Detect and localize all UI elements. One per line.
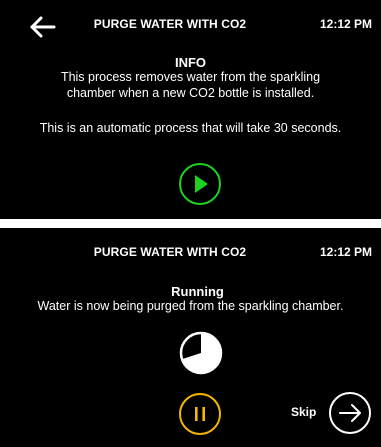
info-description-line1: This process removes water from the spar… xyxy=(60,70,321,84)
page-title: PURGE WATER WITH CO2 xyxy=(93,17,247,31)
status-description: Water is now being purged from the spark… xyxy=(37,299,344,313)
page-title: PURGE WATER WITH CO2 xyxy=(93,245,247,259)
arrow-right-icon xyxy=(329,392,371,434)
clock: 12:12 PM xyxy=(319,245,372,259)
info-heading: INFO xyxy=(174,55,207,70)
start-button[interactable] xyxy=(178,162,222,206)
pause-icon xyxy=(179,393,221,435)
skip-button[interactable] xyxy=(327,390,373,436)
info-screen: PURGE WATER WITH CO2 12:12 PM INFO This … xyxy=(0,0,381,219)
info-description-line2: chamber when a new CO2 bottle is install… xyxy=(66,86,315,100)
skip-label[interactable]: Skip xyxy=(291,405,316,419)
play-icon xyxy=(179,163,221,205)
info-description: This process removes water from the spar… xyxy=(0,69,381,101)
info-note: This is an automatic process that will t… xyxy=(39,121,342,135)
pause-button[interactable] xyxy=(178,392,222,436)
status-heading: Running xyxy=(171,284,224,299)
progress-indicator xyxy=(178,330,224,376)
running-screen: PURGE WATER WITH CO2 12:12 PM Running Wa… xyxy=(0,228,381,447)
clock: 12:12 PM xyxy=(319,17,372,31)
